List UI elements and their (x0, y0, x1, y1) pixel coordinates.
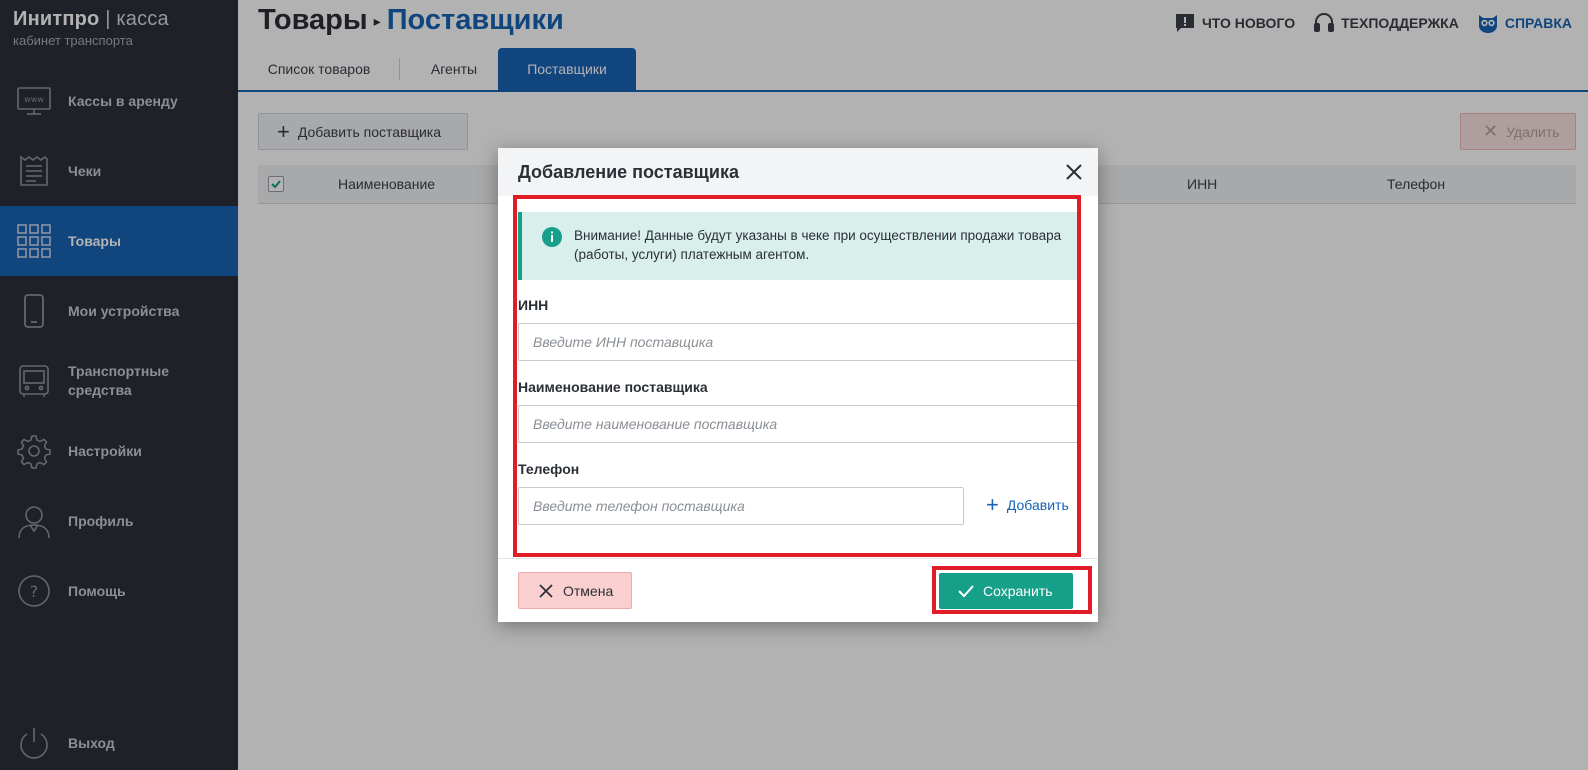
highlight-box-form (513, 195, 1081, 557)
dialog-header: Добавление поставщика (498, 148, 1098, 196)
dialog-footer-divider (498, 558, 1098, 559)
close-icon[interactable] (1062, 160, 1086, 184)
close-icon (539, 583, 553, 598)
save-label: Сохранить (983, 583, 1053, 599)
dialog-title: Добавление поставщика (518, 162, 739, 182)
cancel-label: Отмена (563, 582, 614, 599)
add-supplier-dialog: Добавление поставщика Внимание! Данные б… (498, 148, 1098, 622)
checkmark-icon (958, 585, 974, 598)
save-button[interactable]: Сохранить (939, 573, 1073, 609)
cancel-button[interactable]: Отмена (518, 572, 632, 609)
